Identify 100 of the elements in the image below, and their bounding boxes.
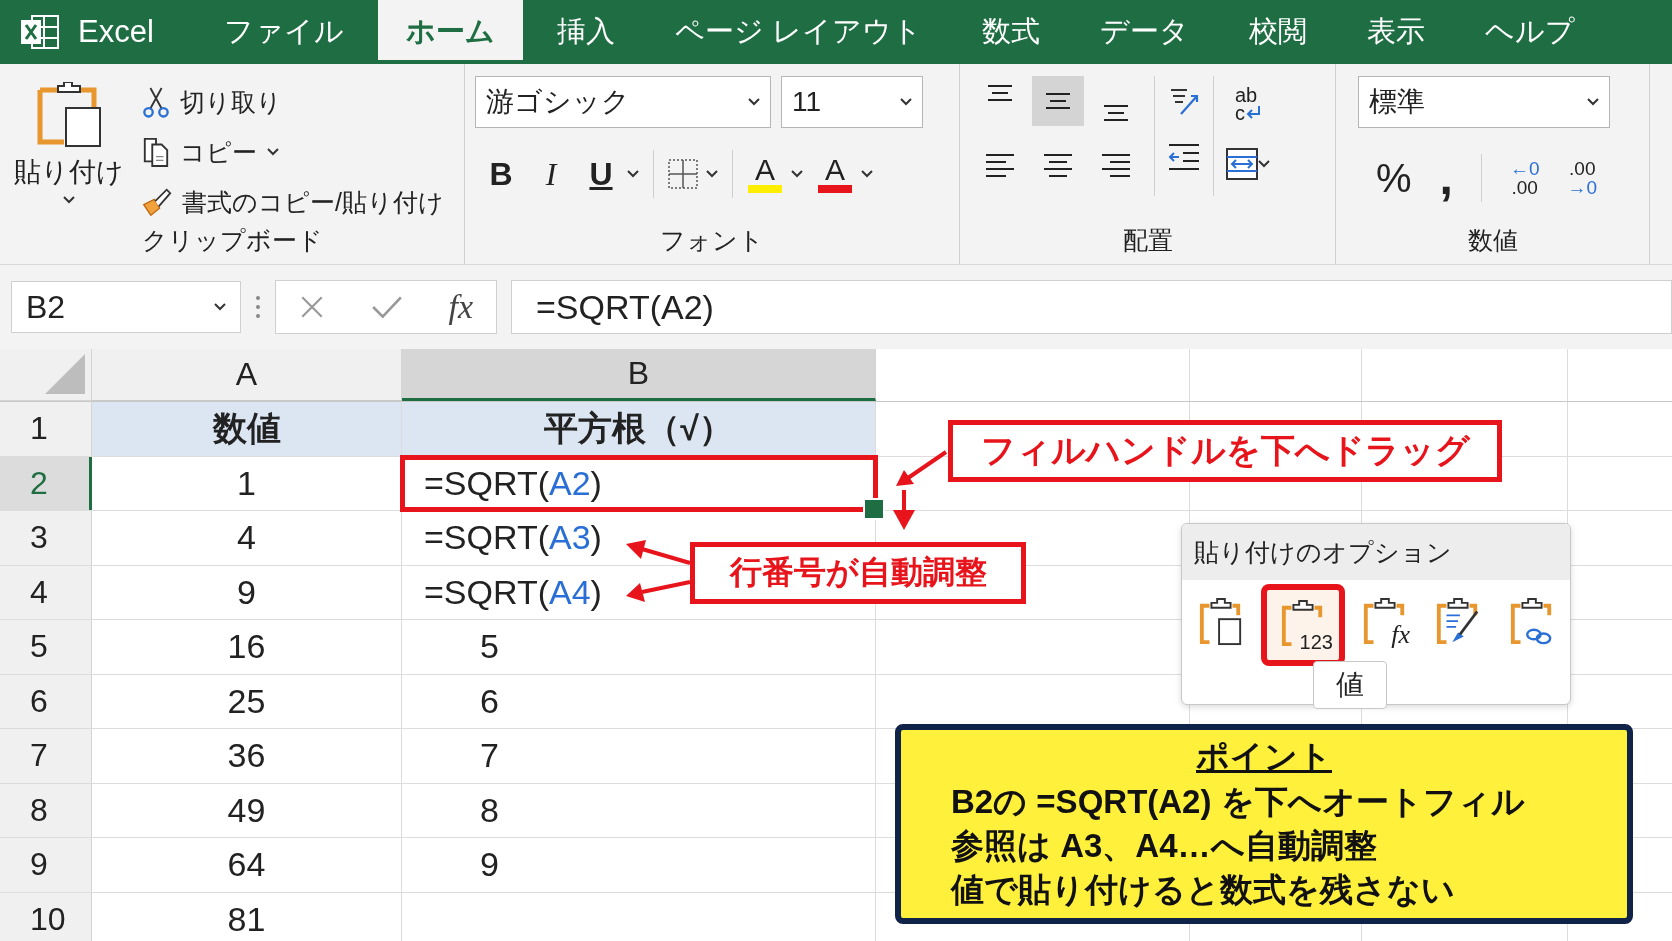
callout-label: 行番号が自動調整	[690, 542, 1026, 604]
row-header[interactable]: 8	[0, 783, 92, 837]
scissors-icon	[142, 86, 170, 118]
checkmark-icon[interactable]	[370, 294, 403, 320]
group-label: 配置	[1121, 225, 1174, 256]
cell-text: 6	[480, 681, 499, 721]
group-label: 数値	[1466, 225, 1519, 256]
row-header[interactable]: 7	[0, 729, 92, 783]
row-header[interactable]: 5	[0, 620, 92, 674]
cell-text: 9	[480, 845, 499, 885]
cut-button[interactable]: 切り取り	[142, 82, 444, 122]
copy-button[interactable]: コピー	[142, 132, 444, 172]
cell-text: 25	[227, 681, 266, 721]
row-header[interactable]: 1	[0, 402, 92, 456]
comma-style-button[interactable]: ,	[1439, 150, 1453, 206]
column-header[interactable]: B	[402, 349, 876, 401]
cell-text: 36	[227, 736, 266, 776]
borders-icon[interactable]	[668, 159, 698, 189]
cell-formula: =SQRT(A4)	[424, 572, 602, 612]
cell-text: 8	[480, 790, 499, 830]
font-color-button[interactable]: A	[817, 155, 853, 193]
chevron-down-icon	[214, 303, 226, 311]
group-label: フォント	[659, 225, 765, 256]
cell-text: 数値	[212, 407, 281, 449]
note-title: ポイント	[1195, 737, 1333, 777]
cell-text: 64	[227, 845, 266, 885]
font-name-dropdown[interactable]: 游ゴシック	[475, 76, 771, 128]
cell-text: 81	[227, 899, 266, 939]
row-header[interactable]: 4	[0, 565, 92, 619]
ribbon-tab[interactable]: 挿入	[526, 0, 645, 64]
paintbrush-icon	[142, 187, 172, 217]
return-arrow-icon	[1245, 106, 1261, 120]
callout-label: フィルハンドルを下へドラッグ	[948, 420, 1502, 482]
ribbon-tab[interactable]: ファイル	[193, 0, 374, 64]
tooltip: 値	[1313, 661, 1387, 709]
arrow	[893, 490, 915, 530]
merge-center-icon[interactable]	[1226, 148, 1258, 180]
note-line: B2の =SQRT(A2) を下へオートフィル	[951, 782, 1526, 822]
chevron-down-icon	[748, 98, 760, 106]
decrease-indent-icon[interactable]	[1167, 142, 1201, 172]
group-label: クリップボード	[140, 225, 324, 256]
fill-handle[interactable]	[863, 498, 885, 520]
cell-text: 1	[237, 463, 256, 503]
bold-button[interactable]: B	[483, 155, 519, 193]
excel-logo-icon	[20, 14, 60, 50]
percent-button[interactable]: %	[1376, 155, 1412, 201]
chevron-down-icon	[1587, 98, 1599, 106]
panel-title: 貼り付けのオプション	[1182, 524, 1570, 580]
cell-text: 9	[237, 572, 256, 612]
chevron-down-icon[interactable]	[1258, 160, 1270, 168]
highlight-color-button[interactable]: A	[747, 155, 783, 193]
ribbon-tab[interactable]: 表示	[1336, 0, 1455, 64]
row-header[interactable]: 2	[0, 456, 92, 510]
format-painter-button[interactable]: 書式のコピー/貼り付け	[142, 182, 444, 222]
ribbon-tab[interactable]: 数式	[951, 0, 1070, 64]
name-box[interactable]: B2	[11, 281, 241, 333]
cell-text: 平方根（√）	[544, 407, 733, 449]
chevron-down-icon	[267, 148, 279, 156]
paste-formulas-button[interactable]: fx	[1352, 584, 1418, 662]
align-middle-button[interactable]	[1032, 76, 1084, 126]
row-header[interactable]: 3	[0, 511, 92, 565]
note-line: 値で貼り付けると数式を残さない	[951, 870, 1456, 910]
cell-text: 49	[227, 790, 266, 830]
clipboard-icon	[1197, 598, 1244, 648]
ribbon-tab[interactable]: 校閲	[1218, 0, 1337, 64]
arrow	[896, 450, 948, 486]
cell-text: 16	[227, 627, 266, 667]
row-header[interactable]: 10	[0, 892, 92, 941]
ribbon-tab[interactable]: ヘルプ	[1454, 0, 1605, 64]
ribbon-tab[interactable]: データ	[1069, 0, 1219, 64]
column-header[interactable]: A	[92, 349, 402, 401]
cell-formula: =SQRT(A3)	[424, 518, 602, 558]
decimal-right-button[interactable]: .00 →0	[1567, 159, 1598, 197]
ribbon-tab[interactable]: ページ レイアウト	[644, 0, 952, 64]
font-size-dropdown[interactable]: 11	[781, 76, 923, 128]
chevron-down-icon[interactable]	[861, 170, 873, 178]
chevron-down-icon[interactable]	[706, 170, 718, 178]
row-header[interactable]: 9	[0, 838, 92, 892]
chevron-down-icon[interactable]	[791, 170, 803, 178]
paste-button[interactable]: 貼り付け	[10, 76, 128, 210]
underline-button[interactable]: U	[583, 155, 619, 193]
italic-button[interactable]: I	[533, 155, 569, 193]
cell-formula: =SQRT(A2)	[424, 463, 602, 503]
vertical-dots-icon	[255, 295, 261, 319]
cell-text: 5	[480, 627, 499, 667]
arrow	[626, 580, 691, 602]
paste-values-button[interactable]: 123	[1261, 584, 1345, 666]
chevron-down-icon	[900, 98, 912, 106]
arrow	[626, 540, 691, 565]
app-name: Excel	[78, 14, 154, 50]
formula-input[interactable]: =SQRT(A2)	[511, 280, 1672, 334]
chevron-down-icon[interactable]	[627, 170, 639, 178]
decimal-left-button[interactable]: ←0 .00	[1509, 159, 1540, 197]
wrap-text-button[interactable]: ab c	[1235, 86, 1261, 122]
cell-text: 4	[237, 518, 256, 558]
align-lines-icon	[984, 152, 1016, 178]
row-header[interactable]: 6	[0, 674, 92, 728]
number-format-dropdown[interactable]: 標準	[1358, 76, 1610, 128]
insert-function-button[interactable]: fx	[448, 288, 474, 326]
cell-text: 7	[480, 736, 499, 776]
